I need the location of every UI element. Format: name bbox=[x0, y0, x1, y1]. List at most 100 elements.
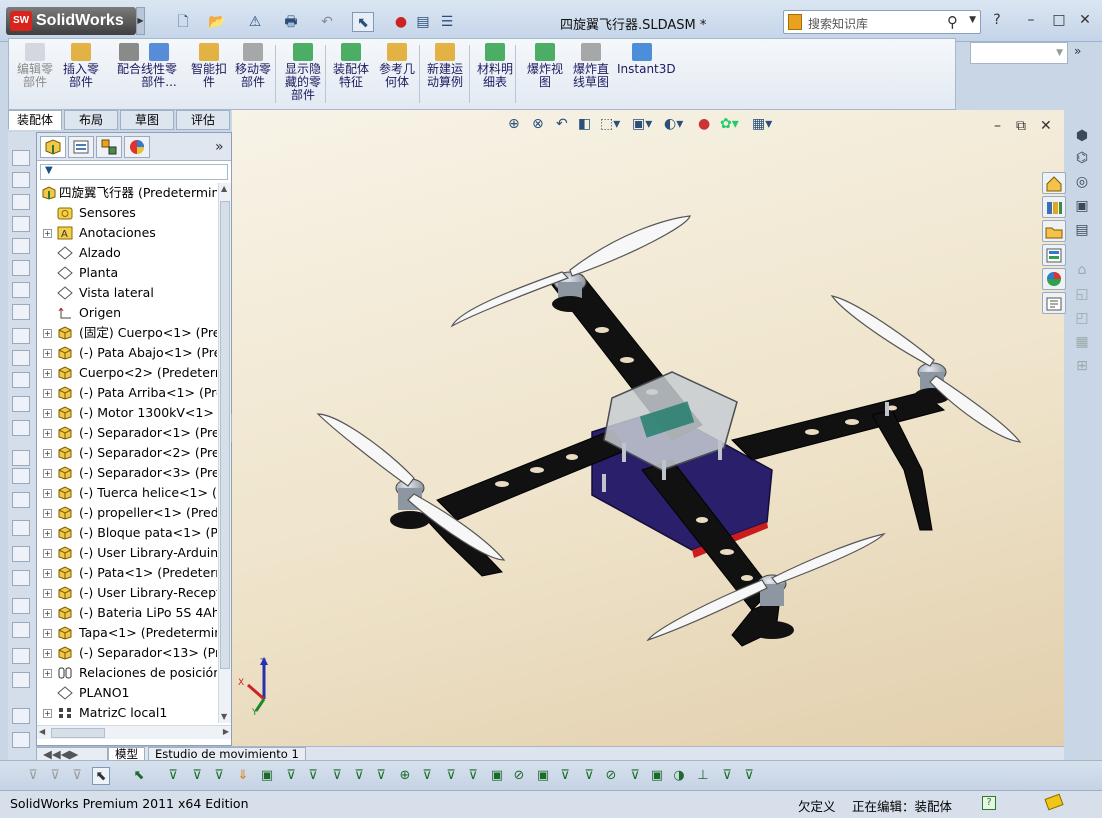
tab-scroll-arrows-icon[interactable]: ◀◀◀▶ bbox=[36, 747, 108, 761]
tag-icon[interactable] bbox=[1044, 793, 1064, 811]
expand-plus-icon[interactable]: + bbox=[43, 349, 52, 358]
tree-item[interactable]: PLANO1 bbox=[37, 683, 217, 703]
home-icon[interactable] bbox=[1042, 172, 1066, 194]
tree-scroll-thumb[interactable] bbox=[220, 201, 230, 669]
ribbon-button-10[interactable]: 材料明 细表 bbox=[473, 43, 517, 89]
sketch-tool-20-icon[interactable] bbox=[12, 622, 30, 638]
expand-plus-icon[interactable]: + bbox=[43, 229, 52, 238]
design-tree-icon[interactable]: ⌬ bbox=[1072, 150, 1092, 168]
configuration-manager-tab-icon[interactable] bbox=[96, 136, 122, 158]
restore-button[interactable]: □ bbox=[1050, 12, 1068, 28]
search-knowledge-base[interactable]: 搜索知识库 ⚲ ▼ bbox=[783, 10, 981, 34]
selection-filter-26-icon[interactable]: ▣ bbox=[648, 767, 666, 785]
tree-item[interactable]: Vista lateral bbox=[37, 283, 217, 303]
toolbox-icon[interactable]: ▤ bbox=[1072, 222, 1092, 240]
tree-item[interactable]: + (-) Tuerca helice<1> (Pr bbox=[37, 483, 217, 503]
save-warning-icon[interactable]: ⚠ bbox=[244, 12, 266, 32]
tree-item[interactable]: + (-) propeller<1> (Prede bbox=[37, 503, 217, 523]
appearances-icon[interactable] bbox=[1042, 268, 1066, 290]
sketch-tool-11-icon[interactable] bbox=[12, 396, 30, 412]
tree-horizontal-scrollbar[interactable]: ◀ ▶ bbox=[37, 725, 231, 739]
selection-filter-30-icon[interactable]: ⊽ bbox=[740, 767, 758, 785]
sketch-tool-22-icon[interactable] bbox=[12, 672, 30, 688]
tab-model[interactable]: 模型 bbox=[108, 747, 145, 761]
ribbon-button-6[interactable]: 显示隐 藏的零 部件 bbox=[281, 43, 325, 102]
expand-plus-icon[interactable]: + bbox=[43, 389, 52, 398]
selection-filter-12-icon[interactable]: ⊽ bbox=[328, 767, 346, 785]
sketch-tool-10-icon[interactable] bbox=[12, 372, 30, 388]
file-properties-icon[interactable]: ▤ bbox=[412, 12, 434, 32]
view-cube-icon[interactable]: ⬢ bbox=[1072, 128, 1092, 146]
tab-motion-study[interactable]: Estudio de movimiento 1 bbox=[148, 747, 306, 761]
sketch-tool-7-icon[interactable] bbox=[12, 304, 30, 320]
scroll-right-icon[interactable]: ▶ bbox=[223, 727, 229, 736]
selection-filter-28-icon[interactable]: ⊥ bbox=[694, 767, 712, 785]
tree-item[interactable]: + (-) User Library-Recepto bbox=[37, 583, 217, 603]
selection-filter-13-icon[interactable]: ⊽ bbox=[350, 767, 368, 785]
close-button[interactable]: ✕ bbox=[1076, 12, 1094, 28]
sketch-tool-8-icon[interactable] bbox=[12, 328, 30, 344]
expand-plus-icon[interactable]: + bbox=[43, 429, 52, 438]
selection-filter-27-icon[interactable]: ◑ bbox=[670, 767, 688, 785]
sketch-tool-13-icon[interactable] bbox=[12, 450, 30, 466]
tree-item[interactable]: Alzado bbox=[37, 243, 217, 263]
tab-2[interactable]: 草图 bbox=[120, 110, 174, 130]
tree-item[interactable]: + Relaciones de posición bbox=[37, 663, 217, 683]
sketch-tool-2-icon[interactable] bbox=[12, 194, 30, 210]
expand-plus-icon[interactable]: + bbox=[43, 369, 52, 378]
rebuild-traffic-light-icon[interactable]: ● bbox=[390, 12, 412, 32]
feature-filter-input[interactable]: ▼ bbox=[40, 164, 228, 180]
ribbon-button-12[interactable]: 爆炸直 线草图 bbox=[569, 43, 613, 89]
tree-item[interactable]: Planta bbox=[37, 263, 217, 283]
print-icon[interactable]: 🖶 bbox=[280, 12, 302, 32]
ribbon-button-1[interactable]: 插入零 部件 bbox=[59, 43, 103, 89]
tree-item[interactable]: + Tapa<1> (Predetermina bbox=[37, 623, 217, 643]
open-folder-icon[interactable]: 📂 bbox=[206, 12, 228, 32]
feature-tree-tab-icon[interactable] bbox=[40, 136, 66, 158]
sketch-tool-24-icon[interactable] bbox=[12, 732, 30, 748]
selection-filter-7-icon[interactable]: ⊽ bbox=[210, 767, 228, 785]
sketch-tool-3-icon[interactable] bbox=[12, 216, 30, 232]
sketch-tool-4-icon[interactable] bbox=[12, 238, 30, 254]
ribbon-button-13[interactable]: Instant3D bbox=[617, 43, 676, 76]
tree-vertical-scrollbar[interactable]: ▲ ▼ bbox=[218, 183, 231, 723]
tree-item[interactable]: + (固定) Cuerpo<1> (Pred bbox=[37, 323, 217, 343]
tree-item[interactable]: Origen bbox=[37, 303, 217, 323]
selection-filter-17-icon[interactable]: ⊽ bbox=[442, 767, 460, 785]
property-manager-tab-icon[interactable] bbox=[68, 136, 94, 158]
tree-hscroll-thumb[interactable] bbox=[51, 728, 105, 738]
expand-chevron-icon[interactable]: » bbox=[1074, 44, 1081, 58]
sketch-tool-9-icon[interactable] bbox=[12, 350, 30, 366]
help-button[interactable]: ? bbox=[988, 12, 1006, 28]
tree-item[interactable]: + Cuerpo<2> (Predeterm bbox=[37, 363, 217, 383]
menu-flyout-arrow-icon[interactable]: ▶ bbox=[136, 7, 145, 35]
sketch-tool-14-icon[interactable] bbox=[12, 468, 30, 484]
select-pointer-icon[interactable]: ⬉ bbox=[352, 12, 374, 32]
target-icon[interactable]: ◎ bbox=[1072, 174, 1092, 192]
selection-filter-5-icon[interactable]: ⊽ bbox=[164, 767, 182, 785]
expand-plus-icon[interactable]: + bbox=[43, 409, 52, 418]
tab-1[interactable]: 布局 bbox=[64, 110, 118, 130]
ribbon-button-0[interactable]: 编辑零 部件 bbox=[13, 43, 57, 89]
quadcopter-model[interactable] bbox=[232, 110, 1064, 746]
tree-item[interactable]: + (-) Separador<2> (Pred bbox=[37, 443, 217, 463]
tree-item[interactable]: + (-) Pata Arriba<1> (Prec bbox=[37, 383, 217, 403]
expand-plus-icon[interactable]: + bbox=[43, 629, 52, 638]
sketch-tool-0-icon[interactable] bbox=[12, 150, 30, 166]
sketch-tool-12-icon[interactable] bbox=[12, 420, 30, 436]
tree-item[interactable]: + (-) Bloque pata<1> (Pre bbox=[37, 523, 217, 543]
tree-item[interactable]: + (-) Pata<1> (Predeterm bbox=[37, 563, 217, 583]
chevron-down-icon[interactable]: ▼ bbox=[969, 15, 976, 25]
expand-plus-icon[interactable]: + bbox=[43, 669, 52, 678]
scroll-up-icon[interactable]: ▲ bbox=[221, 184, 227, 193]
selection-filter-21-icon[interactable]: ▣ bbox=[534, 767, 552, 785]
tree-item[interactable]: Sensores bbox=[37, 203, 217, 223]
selection-filter-1-icon[interactable]: ⊽ bbox=[46, 767, 64, 785]
tree-item[interactable]: + MatrizC local1 bbox=[37, 703, 217, 723]
undo-icon[interactable]: ↶ bbox=[316, 12, 338, 32]
search-icon[interactable]: ⚲ bbox=[947, 13, 958, 31]
selection-filter-3-icon[interactable]: ⬉ bbox=[92, 767, 110, 785]
expand-plus-icon[interactable]: + bbox=[43, 589, 52, 598]
tree-item[interactable]: + (-) Separador<13> (Pre bbox=[37, 643, 217, 663]
selection-filter-4-icon[interactable]: ⬉ bbox=[130, 767, 148, 785]
